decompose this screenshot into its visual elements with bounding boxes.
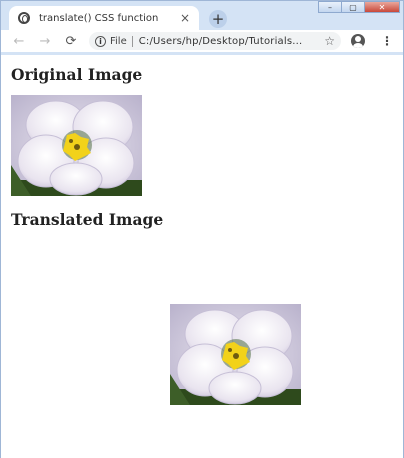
minimize-button[interactable]: – bbox=[318, 1, 342, 13]
tab-active[interactable]: translate() CSS function × bbox=[9, 6, 199, 30]
close-window-button[interactable]: ✕ bbox=[364, 1, 400, 13]
back-icon[interactable]: ← bbox=[9, 34, 29, 49]
profile-icon[interactable] bbox=[351, 34, 365, 48]
maximize-button[interactable]: ▢ bbox=[341, 1, 365, 13]
browser-window: translate() CSS function × + – ▢ ✕ ← → ⟳… bbox=[0, 0, 404, 458]
new-tab-icon[interactable]: + bbox=[209, 10, 227, 28]
menu-icon[interactable]: ⋮ bbox=[381, 34, 393, 48]
close-tab-icon[interactable]: × bbox=[177, 10, 193, 26]
window-controls: – ▢ ✕ bbox=[318, 1, 400, 13]
scheme-label: File bbox=[110, 35, 127, 47]
address-divider bbox=[131, 35, 133, 47]
heading-translated-image: Translated Image bbox=[11, 210, 164, 229]
url-text[interactable]: C:/Users/hp/Desktop/Tutorials... bbox=[139, 36, 325, 47]
translated-flower-image bbox=[170, 304, 301, 405]
heading-original-image: Original Image bbox=[11, 65, 143, 84]
browser-toolbar: ← → ⟳ i File C:/Users/hp/Desktop/Tutoria… bbox=[1, 30, 403, 52]
star-icon[interactable]: ☆ bbox=[324, 34, 335, 48]
title-bar: translate() CSS function × + – ▢ ✕ bbox=[1, 1, 403, 30]
original-flower-image bbox=[11, 95, 142, 196]
tab-title: translate() CSS function bbox=[39, 12, 159, 24]
info-icon[interactable]: i bbox=[95, 35, 106, 47]
chrome-favicon-icon bbox=[18, 12, 30, 24]
page-viewport: Original Image Translated Image bbox=[1, 55, 403, 458]
address-bar[interactable]: i File C:/Users/hp/Desktop/Tutorials... … bbox=[89, 32, 341, 50]
forward-icon[interactable]: → bbox=[35, 34, 55, 49]
reload-icon[interactable]: ⟳ bbox=[61, 34, 81, 49]
